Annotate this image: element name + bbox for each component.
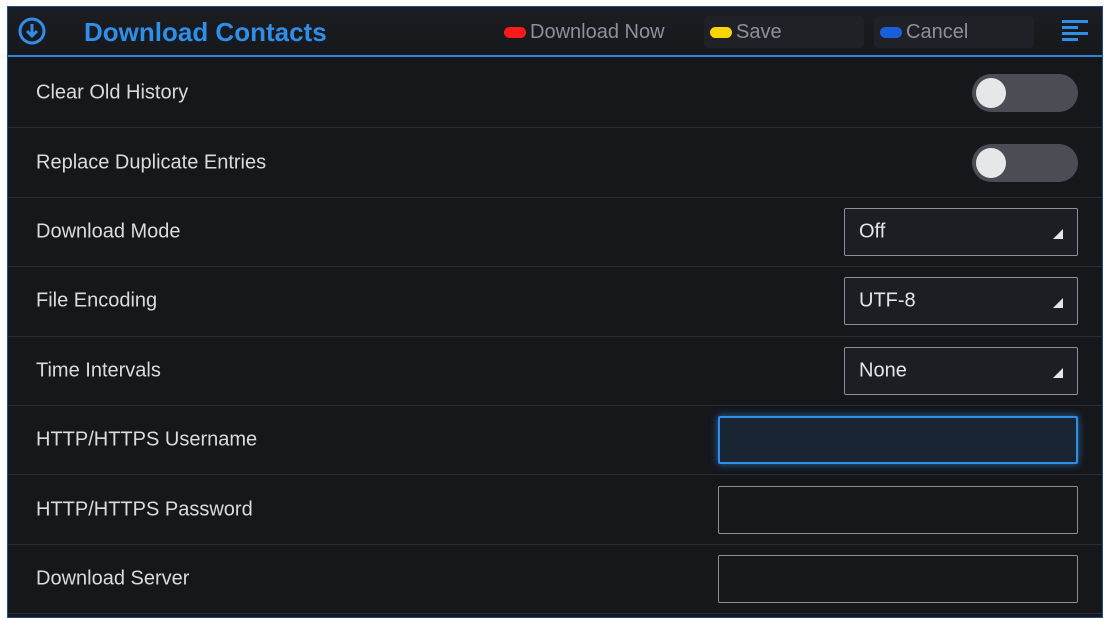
toggle-knob (976, 78, 1006, 109)
clear-old-history-label: Clear Old History (36, 81, 189, 104)
settings-row-file-encoding: File Encoding UTF-8 (8, 267, 1102, 337)
settings-row-time-intervals: Time Intervals None (8, 337, 1102, 406)
settings-row-clear-old-history: Clear Old History (8, 59, 1102, 129)
http-password-label: HTTP/HTTPS Password (36, 498, 253, 521)
download-contacts-screen: Download Contacts Download Now Save Canc… (7, 6, 1103, 618)
settings-row-download-mode: Download Mode Off (8, 198, 1102, 268)
page-title: Download Contacts (84, 17, 327, 47)
download-mode-label: Download Mode (36, 220, 181, 243)
download-server-input[interactable] (718, 554, 1078, 603)
blue-key-icon (880, 26, 902, 38)
download-mode-select[interactable]: Off (844, 207, 1078, 256)
replace-duplicate-entries-toggle[interactable] (972, 143, 1078, 182)
cancel-label: Cancel (906, 20, 969, 43)
settings-row-download-server: Download Server (8, 545, 1102, 615)
download-now-label: Download Now (530, 20, 665, 43)
settings-row-replace-duplicate-entries: Replace Duplicate Entries (8, 128, 1102, 198)
replace-duplicate-entries-label: Replace Duplicate Entries (36, 151, 267, 174)
menu-icon[interactable] (1062, 20, 1088, 44)
file-encoding-label: File Encoding (36, 289, 158, 312)
yellow-key-icon (710, 26, 732, 38)
save-label: Save (736, 20, 782, 43)
http-password-input[interactable] (718, 485, 1078, 534)
dropdown-arrow-icon (1053, 367, 1063, 378)
time-intervals-label: Time Intervals (36, 359, 161, 382)
download-mode-value: Off (859, 220, 886, 243)
toggle-knob (976, 147, 1006, 178)
time-intervals-value: None (859, 359, 907, 382)
file-encoding-select[interactable]: UTF-8 (844, 277, 1078, 326)
http-username-input[interactable] (718, 416, 1078, 465)
header-bar: Download Contacts Download Now Save Canc… (8, 7, 1102, 57)
time-intervals-select[interactable]: None (844, 346, 1078, 395)
cancel-button[interactable]: Cancel (874, 16, 1034, 48)
settings-row-http-password: HTTP/HTTPS Password (8, 475, 1102, 545)
dropdown-arrow-icon (1053, 228, 1063, 239)
red-key-icon (504, 26, 526, 38)
download-circle-icon (18, 17, 46, 45)
settings-row-http-username: HTTP/HTTPS Username (8, 406, 1102, 476)
file-encoding-value: UTF-8 (859, 289, 916, 312)
save-button[interactable]: Save (704, 16, 864, 48)
http-username-label: HTTP/HTTPS Username (36, 428, 258, 451)
dropdown-arrow-icon (1053, 298, 1063, 309)
download-now-button[interactable]: Download Now (504, 16, 665, 48)
clear-old-history-toggle[interactable] (972, 74, 1078, 113)
settings-list: Clear Old History Replace Duplicate Entr… (8, 59, 1102, 615)
download-server-label: Download Server (36, 567, 190, 590)
